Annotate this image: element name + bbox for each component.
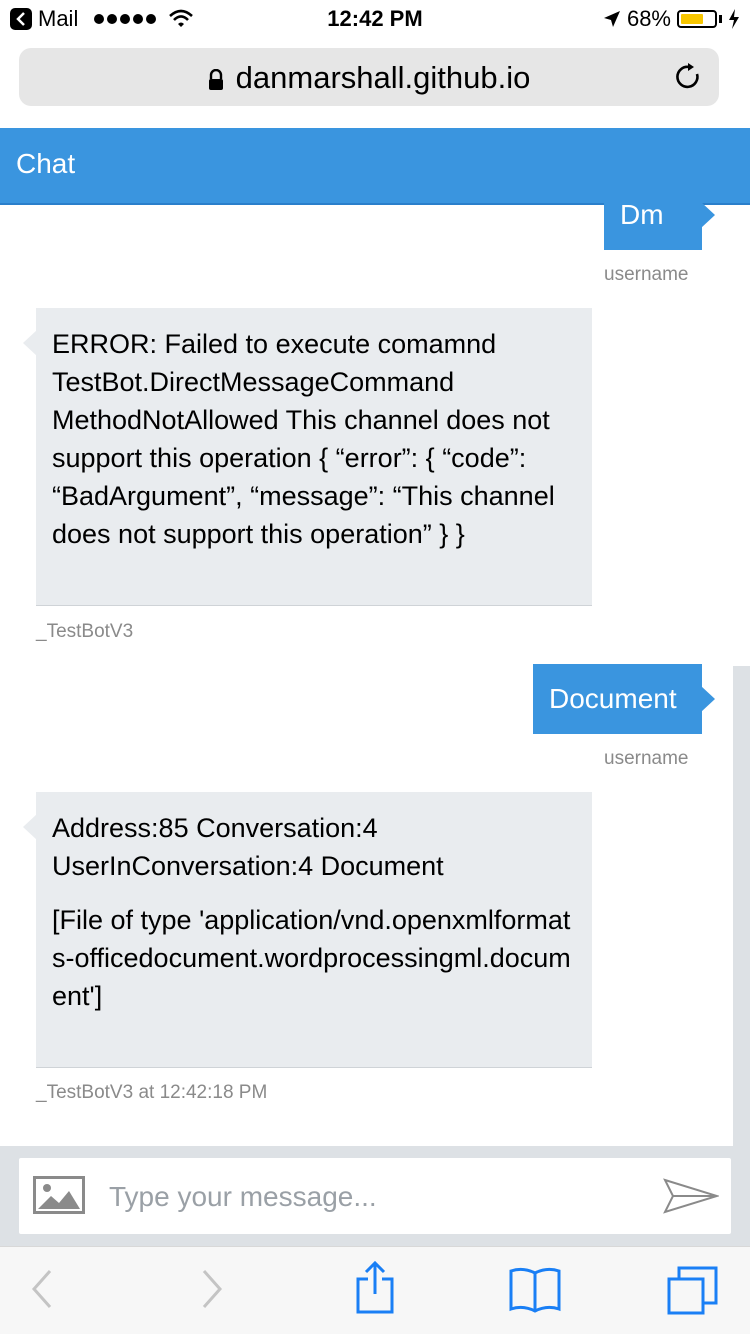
- message-sender: username: [604, 748, 689, 769]
- charging-bolt-icon: [729, 9, 739, 29]
- battery-icon: [677, 10, 717, 28]
- user-message-bubble: Dm: [604, 180, 715, 250]
- chat-title: Chat: [16, 148, 76, 179]
- share-icon[interactable]: [354, 1261, 396, 1315]
- message-sender: username: [604, 264, 689, 285]
- bot-message-bubble: Address:85 Conversation:4 UserInConversa…: [23, 792, 592, 1068]
- message-text: Address:85 Conversation:4 UserInConversa…: [52, 813, 444, 881]
- status-right: 68%: [603, 6, 740, 32]
- attachment-text: [File of type 'application/vnd.openxmlfo…: [52, 905, 571, 1011]
- reload-icon[interactable]: [675, 62, 703, 92]
- composer-box: [19, 1158, 731, 1234]
- status-bar: Mail 12:42 PM 68%: [0, 0, 750, 40]
- scrollbar[interactable]: [733, 666, 750, 1146]
- composer: [0, 1146, 750, 1246]
- message-text: ERROR: Failed to execute comamnd TestBot…: [52, 329, 555, 549]
- bot-message-bubble: ERROR: Failed to execute comamnd TestBot…: [23, 308, 592, 606]
- battery-tip: [719, 15, 722, 23]
- back-icon[interactable]: [30, 1267, 54, 1311]
- location-arrow-icon: [603, 11, 620, 27]
- user-message-bubble: Document: [533, 664, 715, 734]
- tabs-icon[interactable]: [666, 1265, 720, 1315]
- url-text[interactable]: danmarshall.github.io: [236, 60, 531, 95]
- url-display[interactable]: danmarshall.github.io: [19, 60, 719, 96]
- image-upload-icon[interactable]: [33, 1176, 85, 1214]
- battery-percent: 68%: [626, 6, 671, 31]
- message-text: Dm: [620, 199, 664, 230]
- message-sender: _TestBotV3 at 12:42:18 PM: [36, 1082, 268, 1103]
- message-text: Document: [549, 683, 677, 714]
- bookmarks-icon[interactable]: [508, 1265, 562, 1313]
- forward-icon[interactable]: [200, 1267, 224, 1311]
- message-input[interactable]: [107, 1168, 631, 1226]
- browser-toolbar: [0, 1246, 750, 1334]
- message-sender: _TestBotV3: [36, 621, 134, 642]
- send-icon[interactable]: [663, 1178, 719, 1214]
- address-bar[interactable]: danmarshall.github.io: [19, 48, 719, 106]
- lock-icon: [208, 68, 223, 90]
